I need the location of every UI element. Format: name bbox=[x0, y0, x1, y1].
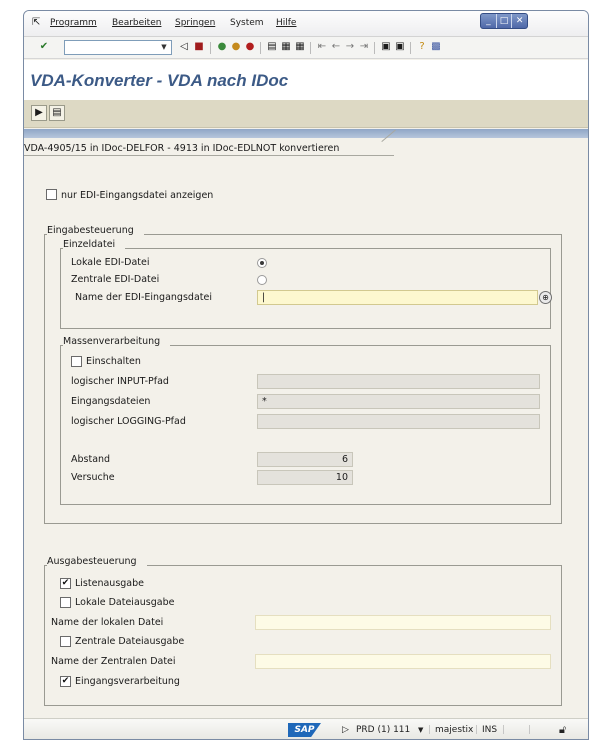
name-label: Name der EDI-Eingangsdatei bbox=[75, 292, 212, 303]
listenausgabe-label: Listenausgabe bbox=[75, 578, 144, 589]
logging-pfad-field[interactable] bbox=[257, 414, 540, 429]
masse-title: Massenverarbeitung bbox=[63, 336, 171, 347]
tab-label[interactable]: VDA-4905/15 in IDoc-DELFOR - 4913 in IDo… bbox=[24, 143, 339, 154]
menu-programm[interactable]: Programm bbox=[50, 18, 97, 28]
application-toolbar: ▶ ▤ bbox=[24, 100, 588, 128]
zentrale-dateiausgabe-checkbox[interactable] bbox=[60, 636, 71, 647]
sap-logo: SAP bbox=[288, 723, 321, 737]
show-only-label: nur EDI-Eingangsdatei anzeigen bbox=[61, 190, 214, 201]
status-divider: | bbox=[475, 725, 479, 735]
einzeldatei-title: Einzeldatei bbox=[63, 239, 126, 250]
status-bar: SAP ▷ PRD (1) 111 ▼ | majestix | INS | |… bbox=[24, 718, 588, 739]
menu-system[interactable]: System bbox=[230, 18, 264, 28]
versuche-label: Versuche bbox=[71, 472, 115, 483]
einzeldatei-frame: Einzeldatei Lokale EDI-Datei Zentrale ED… bbox=[60, 239, 552, 329]
last-page-icon[interactable]: ⇥ bbox=[358, 41, 370, 53]
cancel-icon[interactable]: ● bbox=[244, 41, 256, 53]
find-next-icon[interactable]: ▦ bbox=[294, 41, 306, 53]
zentral-label: Zentrale EDI-Datei bbox=[71, 274, 160, 285]
input-pfad-field[interactable] bbox=[257, 374, 540, 389]
minimize-button[interactable]: _ bbox=[481, 14, 497, 28]
toolbar-divider bbox=[410, 42, 411, 54]
status-arrow-icon[interactable]: ▷ bbox=[342, 725, 349, 735]
status-divider: | bbox=[502, 725, 506, 735]
sap-window: ⇱ Programm Bearbeiten Springen System Hi… bbox=[23, 10, 589, 740]
close-button[interactable]: ✕ bbox=[512, 14, 527, 28]
abstand-field[interactable]: 6 bbox=[257, 452, 353, 467]
save-icon[interactable]: ■ bbox=[193, 41, 205, 53]
lokal-label: Lokale EDI-Datei bbox=[71, 257, 150, 268]
ausgabe-title: Ausgabesteuerung bbox=[47, 556, 147, 567]
name-input[interactable]: | bbox=[257, 290, 538, 305]
menu-hilfe[interactable]: Hilfe bbox=[276, 18, 296, 28]
einschalten-label: Einschalten bbox=[86, 356, 141, 367]
toolbar-divider bbox=[210, 42, 211, 54]
separator-band bbox=[24, 129, 588, 138]
print-icon[interactable]: ▤ bbox=[266, 41, 278, 53]
standard-toolbar: ✔ ▼ ◁ ■ ● ● ● ▤ ▦ ▦ ⇤ ← → ⇥ ▣ ▣ ? ▩ bbox=[24, 37, 588, 59]
masse-frame: Massenverarbeitung Einschalten logischer… bbox=[60, 336, 551, 505]
lokale-dateiausgabe-label: Lokale Dateiausgabe bbox=[75, 597, 175, 608]
name-zentral-input[interactable] bbox=[255, 654, 551, 669]
prev-page-icon[interactable]: ← bbox=[330, 41, 342, 53]
system-dropdown-icon[interactable]: ▼ bbox=[418, 726, 423, 734]
find-icon[interactable]: ▦ bbox=[280, 41, 292, 53]
check-icon[interactable]: ✔ bbox=[38, 41, 50, 53]
status-divider: | bbox=[528, 725, 532, 735]
system-info: PRD (1) 111 bbox=[356, 725, 411, 735]
menu-exit-icon[interactable]: ⇱ bbox=[32, 17, 40, 28]
ausgabe-frame: Ausgabesteuerung ✔ Listenausgabe Lokale … bbox=[44, 556, 562, 706]
selection-screen: VDA-4905/15 in IDoc-DELFOR - 4913 in IDo… bbox=[24, 129, 588, 718]
name-lokal-input[interactable] bbox=[255, 615, 551, 630]
eingabe-frame: Eingabesteuerung Einzeldatei Lokale EDI-… bbox=[44, 225, 562, 524]
menu-springen[interactable]: Springen bbox=[175, 18, 215, 28]
zentral-radio[interactable] bbox=[257, 275, 267, 285]
lokal-radio[interactable] bbox=[257, 258, 267, 268]
input-pfad-label: logischer INPUT-Pfad bbox=[71, 376, 169, 387]
name-zentral-label: Name der Zentralen Datei bbox=[51, 656, 176, 667]
server-info: majestix bbox=[435, 725, 474, 735]
insert-mode: INS bbox=[482, 725, 498, 735]
tab-underline bbox=[24, 155, 394, 156]
eingangsverarbeitung-checkbox[interactable]: ✔ bbox=[60, 676, 71, 687]
exit-icon[interactable]: ● bbox=[230, 41, 242, 53]
execute-icon[interactable]: ▶ bbox=[31, 105, 47, 121]
show-only-checkbox[interactable] bbox=[46, 189, 57, 200]
first-page-icon[interactable]: ⇤ bbox=[316, 41, 328, 53]
menu-bearbeiten[interactable]: Bearbeiten bbox=[112, 18, 161, 28]
help-icon[interactable]: ? bbox=[416, 41, 428, 53]
toolbar-divider bbox=[260, 42, 261, 54]
page-title: VDA-Konverter - VDA nach IDoc bbox=[30, 71, 289, 90]
layout-icon[interactable]: ▩ bbox=[430, 41, 442, 53]
window-controls: _ □ ✕ bbox=[480, 13, 528, 29]
command-field[interactable]: ▼ bbox=[64, 40, 172, 55]
next-page-icon[interactable]: → bbox=[344, 41, 356, 53]
lokale-dateiausgabe-checkbox[interactable] bbox=[60, 597, 71, 608]
variant-icon[interactable]: ▤ bbox=[49, 105, 65, 121]
zentrale-dateiausgabe-label: Zentrale Dateiausgabe bbox=[75, 636, 185, 647]
name-lokal-label: Name der lokalen Datei bbox=[51, 617, 164, 628]
back-nav-icon[interactable]: ● bbox=[216, 41, 228, 53]
einschalten-checkbox[interactable] bbox=[71, 356, 82, 367]
toolbar-divider bbox=[374, 42, 375, 54]
back-icon[interactable]: ◁ bbox=[178, 41, 190, 53]
abstand-label: Abstand bbox=[71, 454, 111, 465]
eingabe-title: Eingabesteuerung bbox=[47, 225, 144, 236]
value-help-icon[interactable]: ⊕ bbox=[539, 291, 552, 304]
eingangsdateien-field[interactable]: * bbox=[257, 394, 540, 409]
chevron-down-icon[interactable]: ▼ bbox=[157, 41, 171, 54]
toolbar-divider bbox=[310, 42, 311, 54]
maximize-button[interactable]: □ bbox=[497, 14, 513, 28]
eingangsverarbeitung-label: Eingangsverarbeitung bbox=[75, 676, 180, 687]
menu-bar: ⇱ Programm Bearbeiten Springen System Hi… bbox=[24, 11, 588, 37]
logging-pfad-label: logischer LOGGING-Pfad bbox=[71, 416, 186, 427]
shortcut-icon[interactable]: ▣ bbox=[394, 41, 406, 53]
eingangsdateien-label: Eingangsdateien bbox=[71, 396, 151, 407]
status-divider: | bbox=[428, 725, 432, 735]
listenausgabe-checkbox[interactable]: ✔ bbox=[60, 578, 71, 589]
lock-icon[interactable]: 🔓︎ bbox=[559, 723, 566, 737]
versuche-field[interactable]: 10 bbox=[257, 470, 353, 485]
new-session-icon[interactable]: ▣ bbox=[380, 41, 392, 53]
